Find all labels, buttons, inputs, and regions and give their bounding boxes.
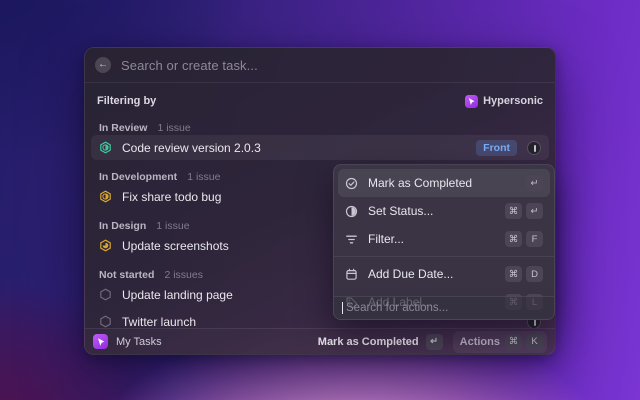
- footer-primary-label: Mark as Completed: [318, 336, 419, 348]
- menu-item-keycaps: ⌘D: [505, 266, 543, 282]
- group-count: 1 issue: [187, 171, 220, 183]
- task-title: Update landing page: [122, 288, 233, 302]
- status-in-review-icon: [99, 141, 112, 154]
- keycap: ⌘: [505, 203, 522, 219]
- keycap: ⌘: [505, 231, 522, 247]
- keycap: ⌘: [505, 334, 522, 350]
- task-title: Code review version 2.0.3: [122, 141, 261, 155]
- action-search-bar[interactable]: Search for actions...: [334, 296, 554, 319]
- group-name: In Review: [99, 122, 147, 134]
- menu-item-label: Set Status...: [368, 204, 433, 218]
- filtering-by-label: Filtering by: [97, 95, 156, 107]
- group-name: Not started: [99, 269, 154, 281]
- menu-item[interactable]: Add Due Date... ⌘D: [338, 260, 550, 288]
- calendar-icon: [345, 268, 358, 281]
- action-menu: Mark as Completed↵Set Status...⌘↵Filter.…: [333, 164, 555, 320]
- action-menu-list: Mark as Completed↵Set Status...⌘↵Filter.…: [334, 169, 554, 316]
- group-count: 1 issue: [157, 122, 190, 134]
- menu-item-label: Mark as Completed: [368, 176, 472, 190]
- workspace-name: Hypersonic: [483, 95, 543, 107]
- keycap: K: [526, 334, 543, 350]
- menu-item[interactable]: Set Status... ⌘↵: [338, 197, 550, 225]
- check-circle-icon: [345, 177, 358, 190]
- status-not-started-icon: [99, 315, 112, 328]
- filter-bar: Filtering by Hypersonic: [85, 83, 555, 113]
- status-in-development-icon: [99, 190, 112, 203]
- status-in-design-icon: [99, 239, 112, 252]
- back-button[interactable]: ←: [95, 57, 111, 73]
- footer-context-label: My Tasks: [116, 336, 162, 348]
- menu-item[interactable]: Filter... ⌘F: [338, 225, 550, 253]
- menu-item-label: Add Due Date...: [368, 267, 453, 281]
- group-name: In Design: [99, 220, 146, 232]
- assignee-avatar: [527, 141, 541, 155]
- group-count: 1 issue: [156, 220, 189, 232]
- keycap: ↵: [526, 203, 543, 219]
- filter-icon: [345, 233, 358, 246]
- command-palette-window: ← Search or create task... Filtering by …: [84, 47, 556, 355]
- status-half-icon: [345, 205, 358, 218]
- task-row[interactable]: Code review version 2.0.3 Front: [91, 135, 549, 160]
- workspace-indicator: Hypersonic: [465, 95, 543, 108]
- keycap: ↵: [526, 175, 543, 191]
- group-header: In Review 1 issue: [91, 113, 549, 135]
- action-search-input[interactable]: Search for actions...: [346, 302, 448, 314]
- group-name: In Development: [99, 171, 177, 183]
- footer-bar: My Tasks Mark as Completed ↵ Actions ⌘K: [85, 328, 555, 354]
- actions-label: Actions: [460, 336, 500, 348]
- keycap: ⌘: [505, 266, 522, 282]
- task-title: Twitter launch: [122, 315, 196, 329]
- hypersonic-app-icon: [93, 334, 108, 349]
- menu-item-keycaps: ⌘↵: [505, 203, 543, 219]
- keycap: F: [526, 231, 543, 247]
- search-input[interactable]: Search or create task...: [121, 58, 258, 73]
- task-title: Update screenshots: [122, 239, 229, 253]
- menu-item-label: Filter...: [368, 232, 404, 246]
- task-title: Fix share todo bug: [122, 190, 221, 204]
- group-count: 2 issues: [164, 269, 203, 281]
- menu-item[interactable]: Mark as Completed ↵: [338, 169, 550, 197]
- menu-divider: [334, 256, 554, 257]
- menu-item-keycaps: ⌘F: [505, 231, 543, 247]
- hypersonic-app-icon: [465, 95, 478, 108]
- footer-primary-action[interactable]: Mark as Completed ↵: [318, 334, 443, 350]
- footer-actions-button[interactable]: Actions ⌘K: [453, 331, 547, 353]
- status-not-started-icon: [99, 288, 112, 301]
- text-caret: [342, 302, 343, 314]
- enter-keycap: ↵: [426, 334, 443, 350]
- keycap: D: [526, 266, 543, 282]
- menu-item-keycaps: ↵: [526, 175, 543, 191]
- footer-context: My Tasks: [93, 334, 162, 349]
- search-bar: ← Search or create task...: [85, 48, 555, 83]
- actions-keycaps: ⌘K: [505, 334, 543, 350]
- project-chip: Front: [476, 140, 517, 156]
